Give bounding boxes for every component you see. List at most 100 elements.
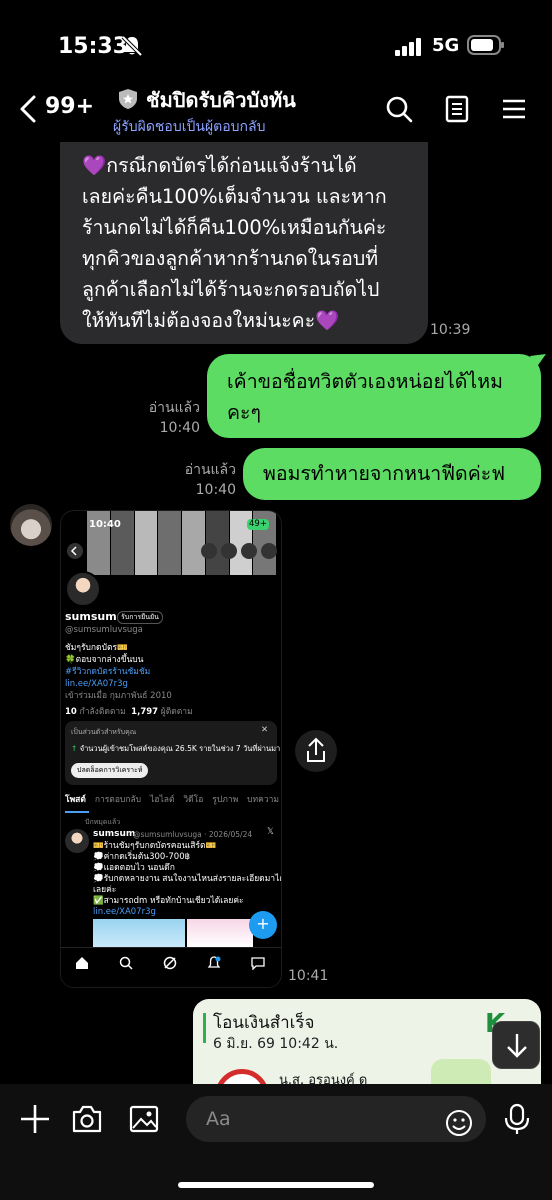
post-image — [187, 919, 253, 947]
accent-bar — [203, 1013, 206, 1043]
profile-handle: @sumsumluvsuga — [65, 625, 143, 635]
gallery-icon[interactable] — [127, 1102, 161, 1136]
chat-area[interactable]: 💜กรณีกดบัตรได้ก่อนแจ้งร้านได้ เลยค่ะคืน1… — [0, 142, 552, 1084]
chat-title[interactable]: ชัมปิดรับคิวบังทัน — [146, 84, 296, 116]
message-line: พอมรทำหายจากหนาฟีดค่ะฟ — [263, 462, 506, 485]
camera-icon[interactable] — [70, 1102, 104, 1136]
share-button[interactable] — [295, 730, 337, 772]
message-bubble-incoming[interactable]: 💜กรณีกดบัตรได้ก่อนแจ้งร้านได้ เลยค่ะคืน1… — [60, 142, 428, 344]
card-title: เป็นส่วนตัวสำหรับคุณ — [71, 728, 137, 736]
tab-highlights: ไฮไลต์ — [150, 795, 175, 805]
card-text-value: จำนวนผู้เข้าชมโพสต์ของคุณ 26.5K รายในช่ว… — [79, 744, 281, 753]
microphone-icon[interactable] — [500, 1102, 534, 1136]
chat-subtitle: ผู้รับผิดชอบเป็นผู้ตอบกลับ — [113, 119, 266, 135]
post-line: 🎫ร้านชัมๆรับกดบัตรคอนเสิร์ต🎫 — [93, 841, 217, 851]
bell-off-icon — [121, 35, 143, 57]
message-line: ลูกค้าเลือกไม่ได้ร้านจะกดรอบถัดไป — [82, 278, 380, 301]
post-link: lin.ee/XA07r3g — [93, 907, 156, 917]
receipt-date: 6 มิ.ย. 69 10:42 น. — [213, 1036, 339, 1052]
home-indicator — [178, 1182, 374, 1188]
close-icon: ✕ — [261, 725, 269, 735]
read-receipt: อ่านแล้ว 10:40 — [140, 398, 200, 438]
pinned-label: ปักหมุดแล้ว — [85, 818, 121, 826]
network-type: 5G — [432, 35, 460, 56]
image-message[interactable]: 10:40 49+ sumsum รับการยืนยัน @sumsumluv… — [60, 510, 282, 988]
scroll-to-bottom-button[interactable] — [492, 1021, 540, 1069]
shot-time: 10:40 — [89, 519, 121, 530]
receipt-recipient: น.ส. อรอนงค์ ด — [279, 1073, 368, 1084]
verified-badge: รับการยืนยัน — [117, 611, 163, 624]
profile-bio: 🍀ตอบจากล่างขึ้นบน — [65, 655, 144, 665]
menu-icon[interactable] — [500, 94, 530, 124]
battery-icon — [467, 35, 504, 55]
bank-logo — [215, 1069, 269, 1084]
post-line: 💭ค่ากดเริ่มต้น300-700฿ — [93, 852, 191, 862]
followers-label: ผู้ติดตาม — [160, 707, 193, 717]
sticker-decoration — [431, 1059, 491, 1084]
tab-posts: โพสต์ — [65, 795, 86, 805]
unread-count[interactable]: 99+ — [45, 94, 94, 119]
message-line: ร้านกดไม่ได้ก็คืน100%เหมือนกันค่ะ — [82, 216, 387, 239]
notes-icon[interactable] — [442, 94, 472, 124]
post-image — [93, 919, 185, 947]
message-time: 10:39 — [430, 322, 471, 338]
following-count: 10 — [65, 707, 77, 717]
message-line: 💜กรณีกดบัตรได้ก่อนแจ้งร้านได้ — [82, 154, 357, 177]
message-line: ทุกคิวของลูกค้าหากร้านกดในรอบที่ — [82, 247, 379, 270]
card-text: ↑ จำนวนผู้เข้าชมโพสต์ของคุณ 26.5K รายในช… — [71, 744, 281, 753]
transfer-receipt-image[interactable]: โอนเงินสำเร็จ 6 มิ.ย. 69 10:42 น. น.ส. อ… — [193, 999, 541, 1084]
plus-icon[interactable] — [18, 1102, 52, 1136]
message-bubble-outgoing[interactable]: พอมรทำหายจากหนาฟีดค่ะฟ — [243, 448, 541, 500]
message-line: เค้าขอชื่อทวิตตัวเองหน่อยได้ไหม — [227, 370, 503, 393]
shot-battery: 49+ — [247, 519, 269, 530]
tab-indicator — [65, 811, 89, 813]
profile-link: lin.ee/XA07r3g — [65, 679, 128, 689]
post-line: 💭รับกดหลายงาน สนใจงานไหนส่งรายละเอียดมาไ… — [93, 874, 282, 884]
post-line: 💭แอดตอบไว นอนดึก — [93, 863, 175, 873]
message-line: คะๆ — [227, 401, 261, 424]
bubble-tail — [530, 354, 546, 368]
share-icon — [307, 737, 325, 762]
post-line: ✅สามารถdm หรือทักบ้านเชียวได้เลยค่ะ — [93, 896, 244, 906]
profile-actions-icon — [201, 543, 277, 559]
receipt-title: โอนเงินสำเร็จ — [213, 1013, 315, 1033]
emoji-icon[interactable] — [444, 1108, 474, 1138]
sender-avatar[interactable] — [10, 504, 52, 546]
following-label: กำลังติดตาม — [79, 707, 126, 717]
message-line: เลยค่ะคืน100%เต็มจำนวน และหาก — [82, 185, 387, 208]
search-icon — [119, 956, 133, 970]
message-input[interactable] — [186, 1096, 486, 1142]
signal-icon — [395, 38, 421, 56]
read-receipt: อ่านแล้ว 10:40 — [170, 460, 236, 500]
status-time: 15:33 — [58, 34, 129, 59]
post-avatar — [65, 829, 89, 853]
shield-icon — [119, 89, 137, 109]
message-time: 10:40 — [195, 482, 236, 498]
messages-icon — [251, 957, 265, 970]
back-arrow-icon — [67, 543, 83, 559]
tab-replies: การตอบกลับ — [94, 795, 142, 805]
compose-fab: + — [249, 911, 277, 939]
tab-articles: บทความ — [247, 795, 279, 805]
followers-count: 1,797 — [131, 707, 159, 717]
post-line: เลยค่ะ — [93, 885, 117, 895]
profile-name: sumsum — [65, 610, 117, 623]
x-logo-icon: 𝕏 — [267, 827, 274, 837]
tab-media: รูปภาพ — [212, 795, 239, 805]
read-label: อ่านแล้ว — [148, 400, 200, 416]
status-bar: 15:33 5G — [0, 0, 552, 86]
bottom-nav — [61, 947, 281, 987]
post-meta: @sumsumluvsuga · 2026/05/24 — [133, 830, 253, 839]
following-stat: 10 กำลังติดตาม 1,797 ผู้ติดตาม — [65, 707, 193, 718]
profile-tabs: โพสต์ การตอบกลับ ไฮไลต์ วิดีโอ รูปภาพ บท… — [65, 795, 279, 809]
back-chevron-icon[interactable] — [18, 94, 38, 124]
arrow-down-icon — [507, 1034, 527, 1058]
card-button: ปลดล็อคการวิเคราะห์ — [71, 763, 149, 778]
chat-header: 99+ ชัมปิดรับคิวบังทัน ผู้รับผิดชอบเป็นผ… — [0, 80, 552, 142]
home-icon — [76, 957, 88, 969]
message-bubble-outgoing[interactable]: เค้าขอชื่อทวิตตัวเองหน่อยได้ไหม คะๆ — [207, 354, 541, 438]
read-label: อ่านแล้ว — [184, 462, 236, 478]
tab-videos: วิดีโอ — [183, 795, 204, 805]
search-icon[interactable] — [384, 94, 414, 124]
analytics-card: เป็นส่วนตัวสำหรับคุณ ✕ ↑ จำนวนผู้เข้าชมโ… — [65, 721, 281, 785]
